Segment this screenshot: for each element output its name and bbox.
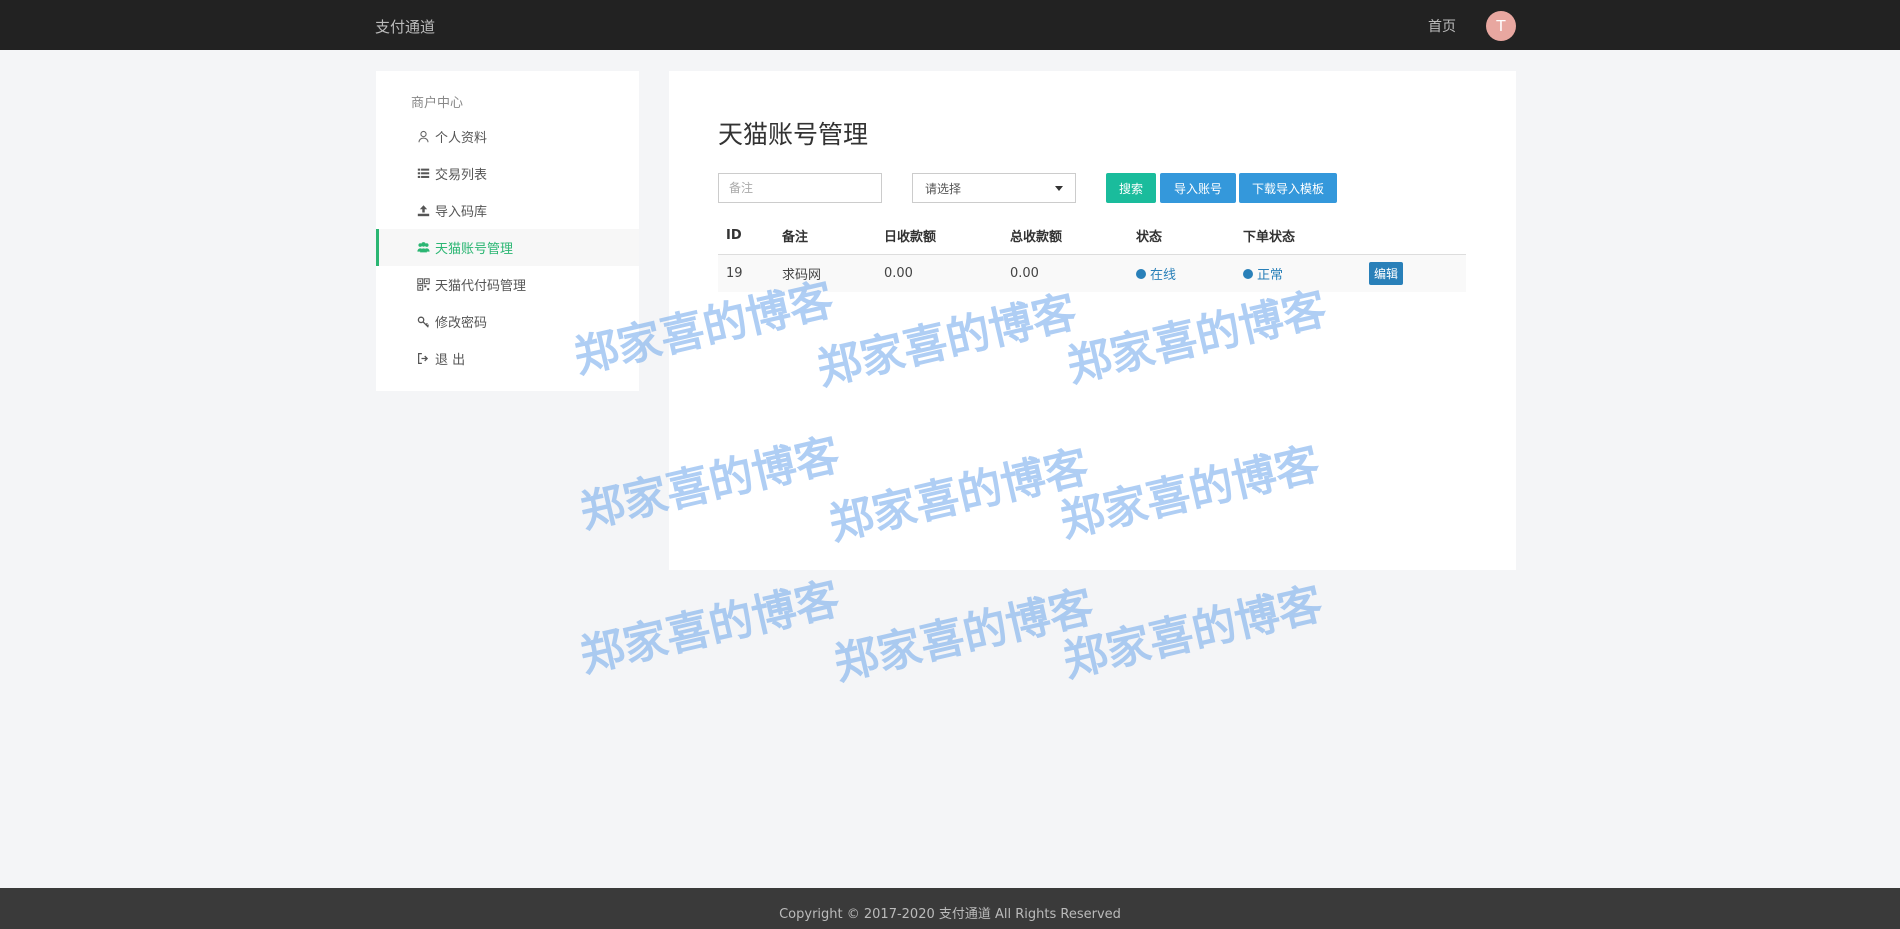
sidebar-item-import-codes[interactable]: 导入码库 — [376, 192, 639, 229]
main-panel: 天猫账号管理 请选择 搜索 导入账号 下载导入模板 ID 备注 日收款额 总收款… — [669, 71, 1516, 570]
brand-title[interactable]: 支付通道 — [375, 16, 435, 37]
status-select[interactable]: 请选择 — [912, 173, 1076, 203]
sidebar-item-tmall-accounts[interactable]: 天猫账号管理 — [376, 229, 639, 266]
column-header-order-status: 下单状态 — [1243, 230, 1296, 245]
import-accounts-button[interactable]: 导入账号 — [1160, 173, 1236, 203]
order-status-normal: 正常 — [1243, 264, 1283, 283]
logout-icon — [415, 351, 431, 367]
cell-note: 求码网 — [774, 254, 876, 292]
watermark-text: 郑家喜的博客 — [1058, 578, 1328, 688]
key-icon — [415, 314, 431, 330]
qrcode-icon — [415, 277, 431, 293]
sidebar-item-profile[interactable]: 个人资料 — [376, 118, 639, 155]
column-header-daily: 日收款额 — [884, 230, 937, 245]
cell-daily: 0.00 — [876, 254, 1002, 292]
sidebar-menu: 个人资料 交易列表 导入码库 天猫账号管理 天猫代付码管理 修改密码 退 出 — [376, 118, 639, 377]
sidebar-item-label: 交易列表 — [435, 168, 488, 183]
nav-home-link[interactable]: 首页 — [1428, 16, 1456, 36]
list-icon — [415, 166, 431, 182]
status-online: 在线 — [1136, 264, 1176, 283]
download-template-button[interactable]: 下载导入模板 — [1239, 173, 1337, 203]
sidebar-item-logout[interactable]: 退 出 — [376, 340, 639, 377]
cell-id: 19 — [718, 254, 774, 292]
users-icon — [415, 240, 431, 256]
sidebar-item-tmall-paycodes[interactable]: 天猫代付码管理 — [376, 266, 639, 303]
footer: Copyright © 2017-2020 支付通道 All Rights Re… — [0, 888, 1900, 929]
order-status-text: 正常 — [1257, 268, 1284, 283]
copyright-text: Copyright © 2017-2020 支付通道 All Rights Re… — [779, 907, 1121, 922]
table-header-row: ID 备注 日收款额 总收款额 状态 下单状态 — [718, 217, 1466, 255]
note-search-input[interactable] — [718, 173, 882, 203]
sidebar-item-label: 修改密码 — [435, 316, 488, 331]
sidebar: 商户中心 个人资料 交易列表 导入码库 天猫账号管理 天猫代付码管理 修改密码 … — [376, 71, 639, 391]
avatar[interactable]: T — [1486, 11, 1516, 41]
accounts-table: ID 备注 日收款额 总收款额 状态 下单状态 19 求码网 0.00 0.00… — [718, 217, 1466, 292]
sidebar-item-label: 退 出 — [435, 353, 466, 368]
sidebar-item-label: 导入码库 — [435, 205, 488, 220]
search-button[interactable]: 搜索 — [1106, 173, 1156, 203]
column-header-actions — [1361, 217, 1466, 255]
cell-order-status: 正常 — [1235, 254, 1361, 292]
sidebar-item-change-password[interactable]: 修改密码 — [376, 303, 639, 340]
chevron-down-icon — [1055, 185, 1063, 191]
cell-total: 0.00 — [1002, 254, 1128, 292]
status-dot-icon — [1136, 268, 1146, 279]
sidebar-item-label: 个人资料 — [435, 131, 488, 146]
sidebar-title: 商户中心 — [411, 96, 464, 111]
column-header-total: 总收款额 — [1010, 230, 1063, 245]
column-header-id: ID — [726, 228, 742, 243]
status-select-value: 请选择 — [925, 181, 962, 196]
page-title: 天猫账号管理 — [718, 120, 869, 149]
cell-actions: 编辑 — [1361, 254, 1466, 292]
table-row: 19 求码网 0.00 0.00 在线 正常 编辑 — [718, 254, 1466, 292]
watermark-text: 郑家喜的博客 — [575, 573, 845, 683]
column-header-status: 状态 — [1136, 230, 1163, 245]
upload-icon — [415, 203, 431, 219]
user-icon — [415, 129, 431, 145]
watermark-text: 郑家喜的博客 — [829, 581, 1099, 691]
top-navbar: 支付通道 首页 T — [0, 0, 1900, 50]
status-dot-icon — [1243, 268, 1253, 279]
sidebar-item-label: 天猫代付码管理 — [435, 279, 527, 294]
column-header-note: 备注 — [782, 230, 809, 245]
cell-status: 在线 — [1128, 254, 1235, 292]
sidebar-item-label: 天猫账号管理 — [435, 242, 514, 257]
status-text: 在线 — [1150, 268, 1177, 283]
sidebar-item-transactions[interactable]: 交易列表 — [376, 155, 639, 192]
edit-button[interactable]: 编辑 — [1369, 262, 1404, 285]
